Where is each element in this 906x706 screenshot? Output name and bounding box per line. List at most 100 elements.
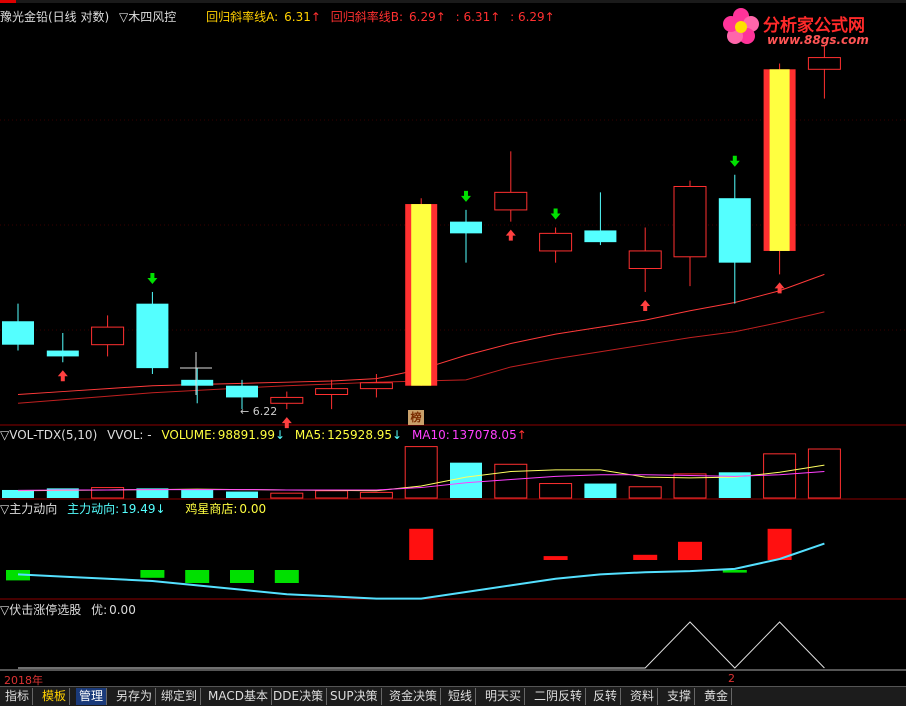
rank-badge[interactable]: 榜 (408, 410, 424, 425)
down-arrow-icon: ↓ (392, 428, 403, 442)
sell-arrow-icon (147, 272, 158, 284)
regression-a-value: 6.31 (284, 10, 311, 24)
volume-bar-down (2, 489, 34, 498)
volume-bar-up (807, 448, 841, 499)
ma5-value: 125928.95 (327, 428, 393, 442)
footer-tab[interactable]: 反转 (590, 688, 622, 705)
regression-b-label: 回归斜率线B: (330, 10, 404, 24)
volume-bar-down (181, 489, 214, 498)
volume-bar-down (584, 483, 617, 498)
buy-arrow-icon (505, 229, 516, 241)
footer-tab[interactable]: 管理 (76, 688, 108, 705)
candle-body-down (181, 379, 214, 386)
volume-bar-down (226, 491, 258, 498)
main-force-bar-green (274, 570, 299, 583)
candle-body-up (91, 326, 125, 346)
footer-tab[interactable]: 明天买 (482, 688, 526, 705)
footer-tab[interactable]: 资金决策 (386, 688, 442, 705)
page-marker: 2 (728, 672, 735, 685)
up-arrow-icon: ↑ (310, 10, 321, 24)
select-label: 优: (91, 603, 108, 617)
chart-canvas[interactable] (0, 0, 906, 686)
shop-value: 0.00 (239, 502, 267, 516)
up-arrow-icon: ↑ (490, 10, 501, 24)
extra-value-1: : 6.31 (455, 10, 491, 24)
footer-tab[interactable]: 短线 (445, 688, 477, 705)
vvol-label: VVOL: - (107, 428, 152, 442)
select-value: 0.00 (109, 603, 136, 617)
down-arrow-icon: ↓ (155, 502, 166, 516)
main-force-label: 主力动向: (67, 502, 120, 516)
candle-body-up (359, 382, 393, 390)
logo-url: www.88gs.com (767, 33, 869, 47)
volume-bar-up (539, 483, 573, 499)
up-arrow-icon: ↑ (544, 10, 555, 24)
main-force-value: 19.49 (121, 502, 156, 516)
main-force-bar-green (185, 570, 210, 583)
sell-arrow-icon (550, 208, 561, 220)
limit-up-candle-body (411, 204, 432, 386)
indicator-tab-bar: 指标 模板 管理 另存为 绑定到 MACD基本 DDE决策 SUP决策 资金决策 短线 明天买 二阴反… (0, 686, 906, 706)
buy-arrow-icon (57, 370, 68, 382)
main-force-bar-red (543, 556, 568, 560)
ma10-value: 137078.05 (451, 428, 517, 442)
stock-title: 豫光金铅(日线 对数) (0, 10, 110, 24)
shop-label: 鸡星商店: (185, 502, 238, 516)
candle-body-up (539, 232, 573, 252)
candle-body-up (315, 388, 349, 395)
footer-tab[interactable]: DDE决策 (270, 688, 328, 705)
volume-panel-header: ▽VOL-TDX(5,10) VVOL: - VOLUME: 98891.99↓ … (0, 427, 533, 443)
footer-tab[interactable]: 黄金 (701, 688, 733, 705)
footer-tab[interactable]: 支撑 (664, 688, 696, 705)
main-force-bar-red (409, 528, 434, 560)
candle-body-down (450, 221, 482, 234)
extra-value-2: : 6.29 (510, 10, 545, 24)
volume-label: VOLUME: (161, 428, 216, 442)
candle-body-up (673, 185, 707, 258)
main-force-bar-green (140, 570, 165, 578)
site-logo: 分析家公式网 www.88gs.com (715, 3, 905, 51)
volume-bar-up (628, 486, 662, 499)
candle-body-down (46, 350, 79, 357)
main-force-panel-header: ▽主力动向 主力动向: 19.49↓ 鸡星商店: 0.00 (0, 501, 272, 517)
select-panel-header: ▽伏击涨停选股 优: 0.00 (0, 602, 142, 618)
up-arrow-icon: ↑ (516, 428, 527, 442)
volume-bar-up (91, 487, 125, 499)
footer-tab[interactable]: 指标 (2, 688, 34, 705)
main-force-bar-green (230, 570, 254, 583)
low-price-label: ← 6.22 (240, 405, 278, 418)
down-arrow-icon: ↓ (275, 428, 286, 442)
sell-arrow-icon (729, 155, 740, 167)
candle-body-down (226, 385, 258, 398)
vol-indicator-name[interactable]: ▽VOL-TDX(5,10) (0, 428, 97, 442)
formula-name[interactable]: ▽木四风控 (119, 10, 176, 24)
main-force-indicator-name[interactable]: ▽主力动向 (0, 502, 57, 516)
footer-tab[interactable]: 资料 (627, 688, 659, 705)
footer-tab[interactable]: 另存为 (113, 688, 157, 705)
candle-body-down (584, 230, 617, 243)
volume-bar-up (315, 490, 349, 499)
ma10-label: MA10: (411, 428, 450, 442)
volume-value: 98891.99 (217, 428, 275, 442)
footer-tab[interactable]: MACD基本 (205, 688, 272, 705)
buy-arrow-icon (640, 299, 651, 311)
volume-bar-up (270, 492, 304, 499)
volume-bar-up (763, 453, 797, 499)
footer-tab[interactable]: 模板 (39, 688, 71, 705)
candle-body-up (807, 57, 841, 70)
candle-body-up (628, 250, 662, 270)
flower-logo-icon (723, 8, 759, 44)
limit-up-candle-body (769, 69, 790, 251)
footer-tab[interactable]: 绑定到 (158, 688, 202, 705)
volume-bar-up (359, 491, 393, 499)
footer-tab[interactable]: 二阴反转 (531, 688, 587, 705)
volume-bar-up (494, 463, 528, 499)
footer-tab[interactable]: SUP决策 (327, 688, 382, 705)
up-arrow-icon: ↑ (435, 10, 446, 24)
candle-body-down (2, 321, 34, 345)
sell-arrow-icon (461, 190, 471, 202)
candle-body-down (136, 303, 169, 369)
regression-a-label: 回归斜率线A: (206, 10, 279, 24)
main-force-bar-red (633, 554, 658, 560)
select-indicator-name[interactable]: ▽伏击涨停选股 (0, 603, 81, 617)
